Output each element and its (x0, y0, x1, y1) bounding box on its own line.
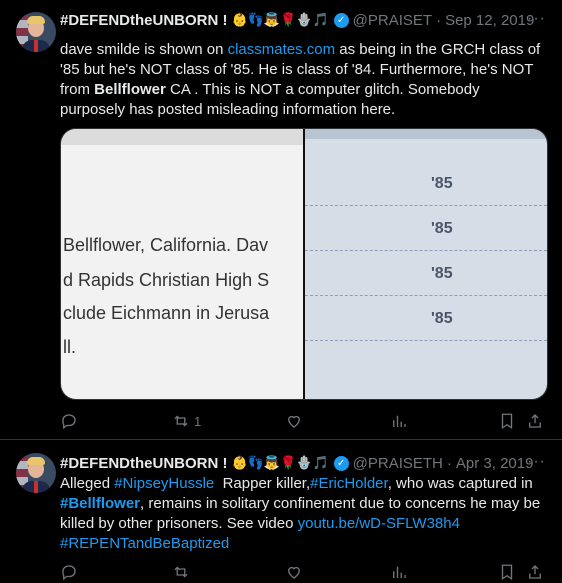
tweet-header: #DEFENDtheUNBORN ! 👶👣👼🌹🪬🎵 ✓ @PRAISETH · … (60, 453, 533, 473)
hashtag-nipseyhussle[interactable]: #NipseyHussle (114, 475, 214, 492)
tweet-text: dave smilde is shown on classmates.com a… (60, 40, 544, 120)
separator-dot: · (446, 454, 452, 472)
text-segment: Rapper killer, (214, 475, 311, 492)
share-icon[interactable] (526, 411, 544, 431)
year-label: '85 (431, 265, 453, 282)
link-classmates[interactable]: classmates.com (228, 41, 336, 58)
tweet-text: Alleged #NipseyHussle Rapper killer,#Eri… (60, 474, 544, 554)
tweet-2[interactable]: #DEFENDtheUNBORN ! 👶👣👼🌹🪬🎵 ✓ @PRAISETH · … (0, 441, 562, 583)
year-label: '85 (431, 220, 453, 237)
heart-icon[interactable] (285, 411, 303, 431)
display-name[interactable]: #DEFENDtheUNBORN ! (60, 12, 228, 29)
reply-icon[interactable] (60, 411, 78, 431)
year-cell: '85 (305, 296, 547, 341)
action-bar (60, 562, 546, 582)
views-icon[interactable] (390, 562, 408, 582)
retweet-icon[interactable] (172, 562, 190, 582)
image-text-line: d Rapids Christian High S (63, 270, 270, 290)
hashtag-repentandbebaptized[interactable]: #REPENTandBeBaptized (60, 535, 229, 552)
tweet-image[interactable]: Bellflower, California. Dav d Rapids Chr… (60, 128, 548, 400)
bookmark-icon[interactable] (498, 411, 516, 431)
tweet-1[interactable]: #DEFENDtheUNBORN ! 👶👣👼🌹🪬🎵 ✓ @PRAISET · S… (0, 0, 562, 440)
heart-icon[interactable] (285, 562, 303, 582)
tweet-date[interactable]: Apr 3, 2019 (456, 455, 534, 472)
views-icon[interactable] (390, 411, 408, 431)
image-text-line: ll. (63, 337, 76, 357)
bookmark-icon[interactable] (498, 562, 516, 582)
text-segment: dave smilde is shown on (60, 41, 228, 58)
display-name[interactable]: #DEFENDtheUNBORN ! (60, 455, 228, 472)
avatar[interactable] (16, 453, 56, 493)
year-label: '85 (431, 310, 453, 327)
text-segment: Alleged (60, 475, 115, 492)
retweet-icon[interactable]: 1 (172, 411, 201, 431)
hashtag-bellflower[interactable]: #Bellflower (60, 495, 140, 512)
year-label: '85 (431, 175, 453, 192)
retweet-count: 1 (194, 413, 202, 429)
more-dots-icon[interactable]: ··· (527, 10, 546, 28)
image-text-line: clude Eichmann in Jerusa (63, 303, 270, 323)
image-text-line: Bellflower, California. Dav (63, 235, 269, 255)
reply-icon[interactable] (60, 562, 78, 582)
year-cell: '85 (305, 206, 547, 251)
screenshot-left-panel: Bellflower, California. Dav d Rapids Chr… (61, 129, 303, 399)
year-cell: '85 (305, 251, 547, 296)
more-dots-icon[interactable]: ··· (527, 453, 546, 471)
user-handle[interactable]: @PRAISETH (353, 455, 443, 472)
name-emojis: 👶👣👼🌹🪬🎵 (231, 12, 329, 27)
tweet-date[interactable]: Sep 12, 2019 (445, 12, 534, 29)
year-cell: '85 (305, 161, 547, 206)
highlight-bellflower: Bellflower (94, 81, 166, 98)
avatar[interactable] (16, 12, 56, 52)
separator-dot: · (436, 11, 442, 29)
share-icon[interactable] (526, 562, 544, 582)
name-emojis: 👶👣👼🌹🪬🎵 (231, 455, 329, 470)
hashtag-ericholder[interactable]: #EricHolder (310, 475, 388, 492)
link-youtube[interactable]: youtu.be/wD-SFLW38h4 (298, 515, 460, 532)
action-bar: 1 (60, 411, 546, 431)
user-handle[interactable]: @PRAISET (353, 12, 432, 29)
screenshot-right-panel: '85 '85 '85 '85 (305, 129, 547, 399)
text-segment: , who was captured in (387, 475, 533, 492)
verified-icon[interactable]: ✓ (333, 12, 349, 28)
tweet-header: #DEFENDtheUNBORN ! 👶👣👼🌹🪬🎵 ✓ @PRAISET · S… (60, 10, 534, 30)
verified-icon[interactable]: ✓ (333, 455, 349, 471)
